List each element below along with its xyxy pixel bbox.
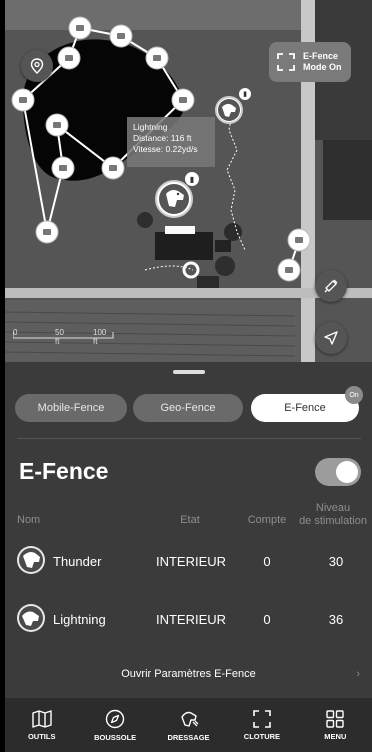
section-title: E-Fence — [19, 458, 109, 484]
header-stim-level: Niveau de stimulation — [293, 502, 372, 528]
dog-marker-thunder[interactable] — [215, 96, 243, 124]
row-name: Lightning — [53, 612, 106, 627]
efence-mode-badge[interactable]: E-Fence Mode On — [269, 42, 351, 82]
tab-e-fence-label: E-Fence — [284, 402, 326, 414]
fence-frame-icon — [277, 53, 295, 71]
tooltip-dog-name: Lightning — [133, 122, 168, 132]
table-row-thunder[interactable]: Thunder INTERIEUR 0 30 — [5, 542, 372, 582]
tab-geo-fence-label: Geo-Fence — [160, 402, 216, 414]
active-on-badge-label: On — [349, 391, 359, 399]
scale-label-100: 100 ft — [93, 328, 107, 346]
nav-label-menu: MENU — [324, 731, 347, 741]
header-stim-level-line1: Niveau — [315, 502, 351, 514]
tab-mobile-fence[interactable]: Mobile-Fence — [15, 394, 127, 422]
dog-head-icon — [218, 99, 240, 121]
row-count: 0 — [263, 612, 271, 627]
satellite-map[interactable]: E-Fence Mode On Lightning Distance: 116 … — [5, 0, 372, 362]
dog-avatar — [17, 604, 45, 632]
row-name: Thunder — [53, 554, 102, 569]
map-icon — [32, 709, 52, 728]
nav-item-dressage[interactable]: DRESSAGE — [152, 698, 225, 752]
fence-panel: Mobile-Fence Geo-Fence E-Fence On E-Fenc… — [5, 362, 372, 698]
fence-frame-icon — [253, 709, 271, 728]
collar-battery-badge: ▮ — [185, 172, 199, 186]
row-state: INTERIEUR — [155, 612, 227, 627]
row-stim-level: 30 — [328, 554, 344, 569]
nav-item-menu[interactable]: MENU — [299, 698, 372, 752]
dog-avatar — [17, 546, 45, 574]
toggle-knob — [336, 461, 358, 483]
open-efence-settings-button[interactable]: Ouvrir Paramètres E-Fence › — [5, 662, 372, 688]
header-count: Compte — [247, 514, 287, 526]
bottom-nav: OUTILS BOUSSOLE DRESSAGE CLOTURE MENU — [5, 698, 372, 752]
satellite-layer-button[interactable] — [315, 270, 347, 302]
efence-mode-line1: E-Fence — [303, 51, 339, 61]
nav-item-boussole[interactable]: BOUSSOLE — [78, 698, 151, 752]
header-stim-level-line2: de stimulation — [299, 515, 367, 527]
nav-item-outils[interactable]: OUTILS — [5, 698, 78, 752]
row-state: INTERIEUR — [155, 554, 227, 569]
satellite-icon — [324, 279, 338, 293]
table-row-lightning[interactable]: Lightning INTERIEUR 0 36 — [5, 600, 372, 640]
dog-head-icon — [19, 606, 43, 630]
efence-mode-line2: Mode On — [303, 62, 342, 72]
nav-item-cloture[interactable]: CLOTURE — [225, 698, 298, 752]
location-pin-button[interactable] — [21, 50, 53, 82]
dog-head-icon — [19, 548, 43, 572]
grid-icon — [326, 709, 345, 728]
tooltip-speed: Vitesse: 0.22yd/s — [133, 144, 198, 154]
scale-bar-line — [13, 332, 114, 339]
efence-toggle[interactable] — [315, 458, 361, 486]
tab-e-fence[interactable]: E-Fence — [251, 394, 359, 422]
location-pin-icon — [30, 58, 44, 74]
recenter-button[interactable] — [315, 322, 347, 354]
open-settings-label: Ouvrir Paramètres E-Fence — [121, 668, 256, 680]
nav-label-dressage: DRESSAGE — [167, 732, 210, 742]
chevron-right-icon: › — [356, 668, 360, 680]
row-count: 0 — [263, 554, 271, 569]
nav-label-outils: OUTILS — [27, 731, 56, 741]
scale-label-50: 50 ft — [55, 328, 64, 346]
tooltip-distance: Distance: 116 ft — [133, 133, 192, 143]
scale-label-0: 0 — [13, 328, 18, 337]
row-stim-level: 36 — [328, 612, 344, 627]
tab-mobile-fence-label: Mobile-Fence — [37, 402, 105, 414]
tabs-divider — [17, 438, 361, 439]
dog-head-icon — [159, 184, 189, 214]
nav-label-cloture: CLOTURE — [243, 731, 281, 741]
panel-drag-handle[interactable] — [173, 370, 205, 374]
tab-geo-fence[interactable]: Geo-Fence — [133, 394, 243, 422]
active-on-badge: On — [345, 386, 363, 404]
compass-icon — [105, 709, 125, 728]
dog-marker-lightning[interactable] — [155, 180, 193, 218]
efence-mode-text: E-Fence Mode On — [303, 51, 342, 73]
navigation-arrow-icon — [324, 331, 338, 345]
dog-training-icon — [180, 711, 198, 727]
dog-info-tooltip: Lightning Distance: 116 ft Vitesse: 0.22… — [127, 117, 215, 167]
header-name: Nom — [17, 514, 41, 526]
nav-label-boussole: BOUSSOLE — [94, 732, 137, 742]
header-state: Etat — [180, 514, 200, 526]
app-screen: E-Fence Mode On Lightning Distance: 116 … — [5, 0, 372, 752]
collar-battery-badge: ▮ — [239, 88, 251, 100]
